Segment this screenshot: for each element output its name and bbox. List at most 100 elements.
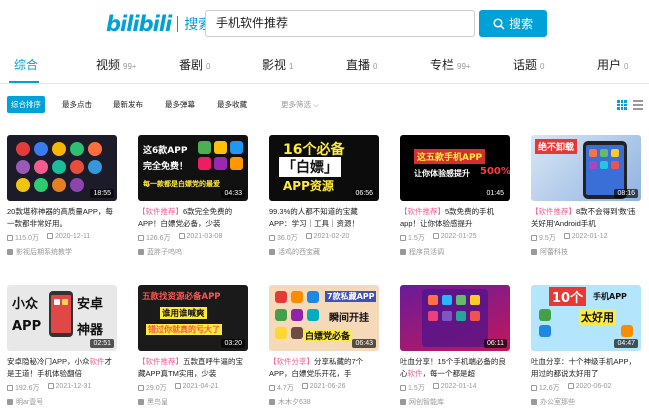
- video-title[interactable]: 【软件分享】分享私藏的7个APP，白嫖党乐开花，手: [269, 356, 379, 380]
- calendar-icon: [432, 383, 439, 389]
- grid-view-icon[interactable]: [617, 100, 627, 110]
- video-title[interactable]: 安卓隐秘冷门APP，小众软件才是王道！手机体验翻倍: [7, 356, 117, 380]
- filter-most-favorites[interactable]: 最多收藏: [217, 96, 247, 113]
- video-card[interactable]: 06:11 吐血分享！15个手机端必备的良心软件，每一个都是超 1.5万 2022…: [400, 285, 510, 407]
- tab-count: 99+: [123, 62, 137, 71]
- uploader-name: 阿蕾科技: [540, 249, 568, 256]
- calendar-icon: [47, 383, 54, 389]
- tab-user[interactable]: 用户 0: [597, 56, 628, 82]
- header: bilibili 搜索 手机软件推荐 搜索: [0, 0, 649, 48]
- video-thumbnail[interactable]: 这五款手机APP 让你体验感提升 500% 01:45: [400, 135, 510, 201]
- video-duration: 06:43: [352, 339, 376, 348]
- tab-film[interactable]: 影视 1: [262, 56, 293, 82]
- tab-bangumi[interactable]: 番剧 0: [179, 56, 210, 82]
- video-title[interactable]: 【软件推荐】8款不会得到'数'违关好用'Android手机: [531, 206, 641, 230]
- thumb-text: 「白嫖」: [279, 157, 341, 177]
- video-thumbnail[interactable]: 绝不卸载 08:16: [531, 135, 641, 201]
- view-count: 36.0万: [277, 235, 298, 242]
- video-card[interactable]: 这6款APP 完全免费！ 每一款都是白嫖党的最爱 04:33 【软件推荐】6款完…: [138, 135, 248, 257]
- thumb-text: 让你体验感提升: [414, 169, 470, 178]
- video-title[interactable]: 【软件推荐】五款直呼牛逼的宝藏APP真TM实用，少装: [138, 356, 248, 380]
- tab-count: 0: [624, 62, 629, 71]
- uploader-name: 网创智能库: [409, 399, 444, 406]
- uploader[interactable]: 程序员活调: [400, 247, 510, 257]
- video-card[interactable]: 这五款手机APP 让你体验感提升 500% 01:45 【软件推荐】5款免费的手…: [400, 135, 510, 257]
- list-view-icon[interactable]: [633, 100, 643, 110]
- uploader[interactable]: 木木夕638: [269, 397, 379, 407]
- play-count-icon: [531, 385, 537, 391]
- video-card[interactable]: 小众 安卓 APP 神器 02:51 安卓隐秘冷门APP，小众软件才是王道！手机…: [7, 285, 117, 407]
- thumb-text: 绝不卸载: [535, 139, 578, 154]
- video-thumbnail[interactable]: 这6款APP 完全免费！ 每一款都是白嫖党的最爱 04:33: [138, 135, 248, 201]
- tab-label: 用户: [597, 58, 622, 72]
- uploader-name: 办公室那些: [540, 399, 575, 406]
- tab-article[interactable]: 专栏 99+: [430, 56, 471, 82]
- uploader[interactable]: 活鸡的西宝藏: [269, 247, 379, 257]
- video-card[interactable]: 绝不卸载 08:16 【软件推荐】8款不会得到'数'违关好用'Android手机…: [531, 135, 641, 257]
- video-thumbnail[interactable]: 16个必备 「白嫖」 APP资源 06:56: [269, 135, 379, 201]
- uploader-icon: [269, 399, 275, 405]
- filter-default-sort[interactable]: 综合排序: [7, 96, 45, 113]
- uploader[interactable]: 明ar壹号: [7, 397, 117, 407]
- video-title[interactable]: 吐血分享：十个神级手机APP，用过的都说太好用了: [531, 356, 641, 380]
- uploader[interactable]: 办公室那些: [531, 397, 641, 407]
- uploader[interactable]: 网创智能库: [400, 397, 510, 407]
- video-meta: 115.0万 2020-12-11: [7, 233, 117, 243]
- filter-more[interactable]: 更多筛选 ⌵: [281, 96, 319, 113]
- search-input[interactable]: 手机软件推荐: [205, 10, 475, 37]
- upload-date: 2020-12-11: [55, 233, 91, 240]
- logo-mark: bilibili: [106, 12, 172, 36]
- filter-most-danmaku[interactable]: 最多弹幕: [165, 96, 195, 113]
- uploader[interactable]: 黑鸟皇: [138, 397, 248, 407]
- video-card[interactable]: 16个必备 「白嫖」 APP资源 06:56 99.3%的人都不知道的宝藏APP…: [269, 135, 379, 257]
- thumb-text: APP资源: [283, 179, 334, 193]
- video-title[interactable]: 20款堪称神器的高质量APP，每一款都非常好用。: [7, 206, 117, 230]
- uploader[interactable]: 阿蕾科技: [531, 247, 641, 257]
- search-button[interactable]: 搜索: [479, 10, 547, 37]
- video-thumbnail[interactable]: 五款找资源必备APP 谁用谁喊爽 错过你就真的亏大了 03:20: [138, 285, 248, 351]
- tab-label: 专栏: [430, 58, 455, 72]
- video-card[interactable]: 10个 手机APP 太好用 04:47 吐血分享：十个神级手机APP，用过的都说…: [531, 285, 641, 407]
- view-count: 4.7万: [277, 385, 294, 392]
- video-thumbnail[interactable]: 18:55: [7, 135, 117, 201]
- filter-newest[interactable]: 最新发布: [113, 96, 143, 113]
- calendar-icon: [301, 383, 308, 389]
- upload-date: 2021-02-20: [313, 233, 350, 240]
- uploader-name: 影视后期系统教学: [16, 249, 72, 256]
- search-button-label: 搜索: [508, 17, 533, 31]
- play-count-icon: [138, 235, 144, 241]
- uploader[interactable]: 蓝胖子呜呜: [138, 247, 248, 257]
- thumb-text: 500%: [480, 166, 510, 177]
- video-card[interactable]: 7款私藏APP 瞬间开挂 白嫖党必备 06:43 【软件分享】分享私藏的7个AP…: [269, 285, 379, 407]
- tab-video[interactable]: 视频 99+: [96, 56, 137, 82]
- play-count-icon: [400, 235, 406, 241]
- video-title[interactable]: 吐血分享！15个手机端必备的良心软件，每一个都是超: [400, 356, 510, 380]
- video-title[interactable]: 【软件推荐】5款免费的手机app！让你体验感提升: [400, 206, 510, 230]
- uploader-name: 木木夕638: [278, 399, 311, 406]
- upload-date: 2020-06-02: [575, 383, 612, 390]
- calendar-icon: [47, 233, 53, 239]
- video-card[interactable]: 五款找资源必备APP 谁用谁喊爽 错过你就真的亏大了 03:20 【软件推荐】五…: [138, 285, 248, 407]
- tab-count: 0: [373, 62, 378, 71]
- video-thumbnail[interactable]: 7款私藏APP 瞬间开挂 白嫖党必备 06:43: [269, 285, 379, 351]
- video-title[interactable]: 【软件推荐】6款完全免费的APP！白嫖党必备，少装: [138, 206, 248, 230]
- thumb-text: 这五款手机APP: [414, 149, 486, 164]
- bilibili-logo[interactable]: bilibili 搜索: [106, 12, 212, 36]
- video-thumbnail[interactable]: 小众 安卓 APP 神器 02:51: [7, 285, 117, 351]
- uploader[interactable]: 影视后期系统教学: [7, 247, 117, 257]
- uploader-icon: [138, 399, 144, 405]
- uploader-name: 活鸡的西宝藏: [278, 249, 320, 256]
- thumb-text: 谁用谁喊爽: [160, 307, 207, 319]
- video-duration: 04:47: [614, 339, 638, 348]
- video-duration: 08:16: [614, 189, 638, 198]
- video-card[interactable]: 18:55 20款堪称神器的高质量APP，每一款都非常好用。 115.0万 202…: [7, 135, 117, 257]
- video-thumbnail[interactable]: 06:11: [400, 285, 510, 351]
- filter-most-clicks[interactable]: 最多点击: [62, 96, 92, 113]
- tab-all[interactable]: 综合: [14, 56, 38, 82]
- tab-topic[interactable]: 话题 0: [513, 56, 544, 82]
- video-duration: 03:20: [221, 339, 245, 348]
- tab-live[interactable]: 直播 0: [346, 56, 377, 82]
- video-title[interactable]: 99.3%的人都不知道的宝藏APP：学习｜工具｜资源！: [269, 206, 379, 230]
- video-thumbnail[interactable]: 10个 手机APP 太好用 04:47: [531, 285, 641, 351]
- thumb-text: 16个必备: [283, 142, 345, 158]
